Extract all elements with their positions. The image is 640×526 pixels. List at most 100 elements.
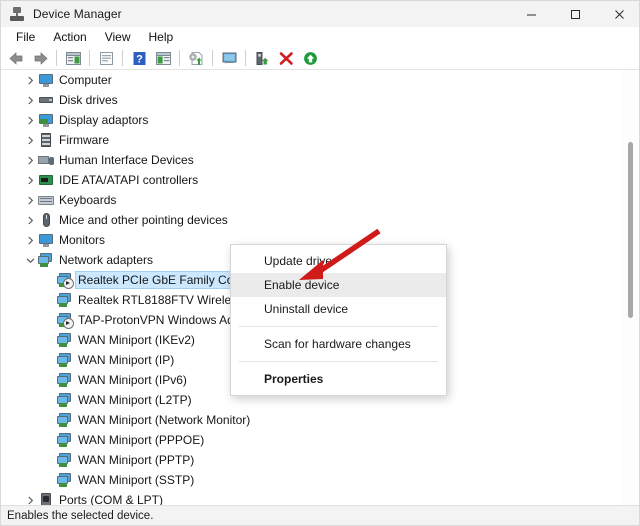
toolbar-separator: [89, 50, 90, 66]
chevron-right-icon[interactable]: [22, 230, 38, 250]
scrollbar-thumb[interactable]: [628, 142, 633, 318]
back-icon[interactable]: [5, 48, 27, 69]
monitors-icon: [38, 232, 54, 248]
tree-item-label: WAN Miniport (IP): [78, 353, 175, 367]
minimize-button[interactable]: [509, 1, 553, 27]
keyboards-icon: [38, 192, 54, 208]
help-icon[interactable]: ?: [128, 48, 150, 69]
device-manager-icon: [9, 6, 25, 22]
tree-item-label: WAN Miniport (IKEv2): [78, 333, 195, 347]
tree-item-label: WAN Miniport (SSTP): [78, 473, 195, 487]
title-bar: Device Manager: [1, 1, 639, 27]
context-menu-item[interactable]: Properties: [231, 367, 446, 391]
tree-item-label: WAN Miniport (PPPOE): [78, 433, 205, 447]
network-adapter-icon: [57, 472, 73, 488]
ide-controllers-icon: [38, 172, 54, 188]
context-menu-separator: [239, 326, 438, 327]
properties-icon[interactable]: [95, 48, 117, 69]
tree-item[interactable]: WAN Miniport (SSTP): [2, 470, 622, 490]
computer-icon: [38, 72, 54, 88]
title-bar-left: Device Manager: [1, 6, 509, 22]
update-driver-icon[interactable]: [185, 48, 207, 69]
device-manager-window: Device Manager File Action View Help ? C…: [0, 0, 640, 526]
disable-device-icon[interactable]: [251, 48, 273, 69]
context-menu[interactable]: Update driver Enable device Uninstall devi…: [230, 244, 447, 396]
tree-item-label: WAN Miniport (L2TP): [78, 393, 192, 407]
chevron-right-icon[interactable]: [22, 190, 38, 210]
menu-view[interactable]: View: [96, 28, 140, 46]
tree-item-label: Human Interface Devices: [59, 153, 194, 167]
chevron-right-icon[interactable]: [22, 170, 38, 190]
tree-item-label: IDE ATA/ATAPI controllers: [59, 173, 199, 187]
show-hide-action-pane-icon[interactable]: [152, 48, 174, 69]
tree-item[interactable]: WAN Miniport (Network Monitor): [2, 410, 622, 430]
vertical-scrollbar[interactable]: [622, 70, 638, 507]
context-menu-item[interactable]: Enable device: [231, 273, 446, 297]
tree-item[interactable]: Keyboards: [2, 190, 622, 210]
tree-item-label: Computer: [59, 73, 112, 87]
network-adapter-icon: [57, 432, 73, 448]
menu-help[interactable]: Help: [140, 28, 183, 46]
tree-item[interactable]: Human Interface Devices: [2, 150, 622, 170]
tree-item[interactable]: Firmware: [2, 130, 622, 150]
svg-text:?: ?: [136, 53, 143, 65]
tree-item-label: Network adapters: [59, 253, 154, 267]
toolbar-separator: [179, 50, 180, 66]
tree-item[interactable]: WAN Miniport (PPTP): [2, 450, 622, 470]
chevron-down-icon[interactable]: [22, 250, 38, 270]
network-adapter-icon: [57, 332, 73, 348]
status-text: Enables the selected device.: [7, 509, 154, 522]
network-adapter-disabled-icon: [57, 312, 74, 329]
tree-item[interactable]: Display adaptors: [2, 110, 622, 130]
toolbar-separator: [56, 50, 57, 66]
forward-icon[interactable]: [29, 48, 51, 69]
toolbar-separator: [212, 50, 213, 66]
tree-item[interactable]: IDE ATA/ATAPI controllers: [2, 170, 622, 190]
network-adapter-icon: [57, 352, 73, 368]
network-adapter-icon: [57, 412, 73, 428]
chevron-right-icon[interactable]: [22, 90, 38, 110]
uninstall-device-icon[interactable]: [275, 48, 297, 69]
scan-for-hardware-changes-icon[interactable]: [218, 48, 240, 69]
tree-item-label: WAN Miniport (PPTP): [78, 453, 195, 467]
network-adapter-icon: [57, 392, 73, 408]
chevron-right-icon[interactable]: [22, 210, 38, 230]
network-adapter-disabled-icon: [57, 272, 74, 289]
context-menu-separator: [239, 361, 438, 362]
show-hide-console-tree-icon[interactable]: [62, 48, 84, 69]
tree-item-label: Keyboards: [59, 193, 117, 207]
status-bar: Enables the selected device.: [1, 505, 639, 525]
context-menu-item[interactable]: Uninstall device: [231, 297, 446, 321]
chevron-right-icon[interactable]: [22, 150, 38, 170]
toolbar-separator: [122, 50, 123, 66]
tree-item[interactable]: Computer: [2, 70, 622, 90]
tree-item[interactable]: WAN Miniport (PPPOE): [2, 430, 622, 450]
menu-action[interactable]: Action: [44, 28, 95, 46]
chevron-right-icon[interactable]: [22, 70, 38, 90]
tree-item-label: Mice and other pointing devices: [59, 213, 228, 227]
chevron-right-icon[interactable]: [22, 110, 38, 130]
mice-icon: [38, 212, 54, 228]
network-adapter-icon: [57, 452, 73, 468]
menu-bar: File Action View Help: [1, 27, 639, 47]
menu-file[interactable]: File: [7, 28, 44, 46]
tree-item-label: Display adaptors: [59, 113, 149, 127]
tree-item[interactable]: Disk drives: [2, 90, 622, 110]
context-menu-item[interactable]: Update driver: [231, 249, 446, 273]
human-interface-devices-icon: [38, 152, 54, 168]
toolbar-separator: [245, 50, 246, 66]
close-button[interactable]: [597, 1, 639, 27]
network-adapter-icon: [57, 372, 73, 388]
network-adapter-icon: [57, 292, 73, 308]
maximize-button[interactable]: [553, 1, 597, 27]
display-adaptors-icon: [38, 112, 54, 128]
enable-device-icon[interactable]: [299, 48, 321, 69]
firmware-icon: [38, 132, 54, 148]
tree-item-label: Firmware: [59, 133, 109, 147]
disk-drives-icon: [38, 92, 54, 108]
toolbar: ?: [1, 47, 639, 70]
chevron-right-icon[interactable]: [22, 130, 38, 150]
context-menu-item[interactable]: Scan for hardware changes: [231, 332, 446, 356]
network-adapters-icon: [38, 252, 54, 268]
tree-item[interactable]: Mice and other pointing devices: [2, 210, 622, 230]
